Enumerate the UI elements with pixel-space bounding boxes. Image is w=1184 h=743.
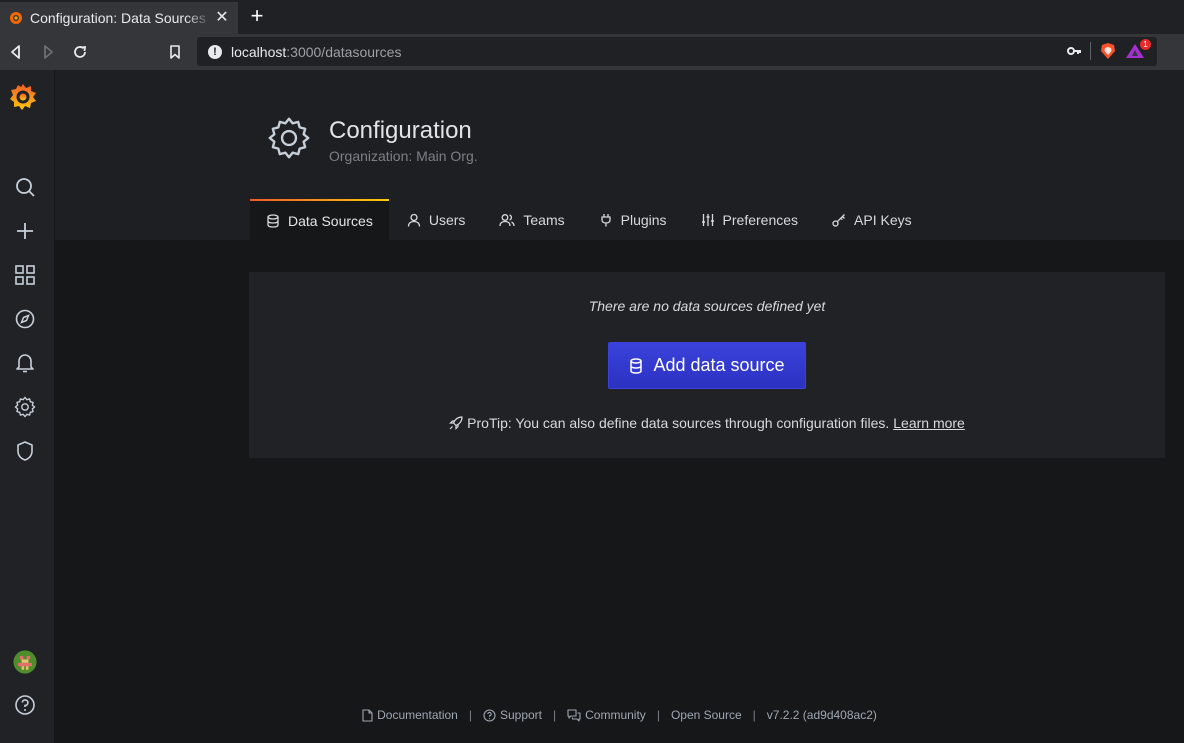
tab-label: Data Sources xyxy=(288,212,373,229)
server-admin-shield-icon[interactable] xyxy=(13,439,37,463)
brave-rewards-button[interactable]: 1 xyxy=(1125,39,1151,60)
bookmark-icon xyxy=(170,45,180,59)
database-icon xyxy=(630,357,643,374)
footer-documentation-link[interactable]: Documentation xyxy=(362,708,458,722)
forward-button[interactable] xyxy=(36,40,60,64)
empty-list-card: There are no data sources defined yet Ad… xyxy=(249,272,1165,458)
bookmark-button[interactable] xyxy=(163,40,187,64)
footer-support-label: Support xyxy=(499,708,542,722)
footer-open-source-link[interactable]: Open Source xyxy=(671,708,742,722)
rocket-icon xyxy=(449,416,463,430)
comments-icon xyxy=(567,708,581,722)
tab-teams[interactable]: Teams xyxy=(483,199,580,240)
grafana-logo-icon[interactable] xyxy=(8,82,38,112)
browser-tab-bar: Configuration: Data Sources - Grafana ✕ … xyxy=(0,0,1184,34)
tab-label: Preferences xyxy=(722,211,799,228)
sliders-icon xyxy=(701,213,714,226)
alerting-bell-icon[interactable] xyxy=(13,351,37,375)
tab-preferences[interactable]: Preferences xyxy=(685,199,814,240)
footer-documentation-label: Documentation xyxy=(377,708,458,722)
footer-divider: | xyxy=(553,708,557,722)
tab-data-sources[interactable]: Data Sources xyxy=(250,199,389,240)
reload-button[interactable] xyxy=(68,40,92,64)
page-header: Configuration Organization: Main Org. Da… xyxy=(55,70,1184,240)
plug-icon xyxy=(600,213,611,226)
footer-divider: | xyxy=(468,708,472,722)
config-tabs: Data Sources Users Teams Plugins Prefere… xyxy=(250,199,930,240)
empty-message: There are no data sources defined yet xyxy=(588,298,826,314)
footer-community-link[interactable]: Community xyxy=(567,708,646,722)
tab-label: API Keys xyxy=(854,211,912,228)
brave-shield-icon[interactable] xyxy=(1099,42,1117,60)
address-bar[interactable]: ! localhost:3000/datasources 1 xyxy=(197,37,1157,66)
search-icon[interactable] xyxy=(13,175,37,199)
tab-label: Plugins xyxy=(620,211,667,228)
grafana-favicon-icon xyxy=(10,12,22,24)
add-data-source-label: Add data source xyxy=(653,355,785,375)
reload-icon xyxy=(74,45,87,58)
url-host: localhost xyxy=(231,43,287,60)
key-icon[interactable] xyxy=(1066,43,1082,59)
tab-plugins[interactable]: Plugins xyxy=(583,199,683,240)
configuration-gear-icon[interactable] xyxy=(13,395,37,419)
configuration-header-gear-icon xyxy=(268,117,310,159)
help-icon[interactable] xyxy=(13,693,37,717)
footer-divider: | xyxy=(752,708,756,722)
dashboards-grid-icon[interactable] xyxy=(13,263,37,287)
footer-community-label: Community xyxy=(585,708,646,722)
footer: Documentation | Support | Community | Op… xyxy=(55,708,1184,722)
protip-text: ProTip: You can also define data sources… xyxy=(467,415,890,431)
explore-compass-icon[interactable] xyxy=(13,307,37,331)
sidebar xyxy=(0,70,55,743)
browser-tab[interactable]: Configuration: Data Sources - Grafana ✕ xyxy=(0,2,238,34)
user-icon xyxy=(407,213,420,227)
protip: ProTip: You can also define data sources… xyxy=(249,415,1165,431)
footer-support-link[interactable]: Support xyxy=(483,708,542,722)
database-icon xyxy=(267,213,279,228)
key-icon xyxy=(832,213,845,227)
page-title: Configuration xyxy=(329,117,472,144)
back-arrow-icon xyxy=(11,45,20,59)
tab-api-keys[interactable]: API Keys xyxy=(816,199,928,240)
browser-tab-title: Configuration: Data Sources - Grafana xyxy=(30,10,212,26)
create-plus-icon[interactable] xyxy=(13,219,37,243)
footer-version: v7.2.2 (ad9d408ac2) xyxy=(767,708,877,722)
site-info-icon[interactable]: ! xyxy=(208,44,222,59)
url-path: :3000/datasources xyxy=(286,43,402,60)
footer-divider: | xyxy=(656,708,660,722)
notification-badge: 1 xyxy=(1140,39,1151,50)
tab-users[interactable]: Users xyxy=(391,199,482,240)
browser-toolbar: ! localhost:3000/datasources 1 xyxy=(0,34,1184,70)
document-icon xyxy=(362,708,373,722)
new-tab-button[interactable]: + xyxy=(246,5,268,28)
learn-more-link[interactable]: Learn more xyxy=(893,415,965,431)
forward-arrow-icon xyxy=(44,45,53,59)
back-button[interactable] xyxy=(4,40,28,64)
tab-label: Teams xyxy=(523,211,565,228)
toolbar-separator xyxy=(1090,42,1091,60)
footer-open-source-label: Open Source xyxy=(670,708,742,722)
users-icon xyxy=(499,213,516,226)
question-circle-icon xyxy=(483,708,496,722)
user-avatar[interactable] xyxy=(13,650,37,674)
add-data-source-button[interactable]: Add data source xyxy=(608,342,806,389)
close-tab-icon[interactable]: ✕ xyxy=(214,10,230,26)
tab-label: Users xyxy=(428,211,466,228)
footer-version-label: v7.2.2 (ad9d408ac2) xyxy=(766,708,877,722)
page-subtitle: Organization: Main Org. xyxy=(329,148,478,164)
